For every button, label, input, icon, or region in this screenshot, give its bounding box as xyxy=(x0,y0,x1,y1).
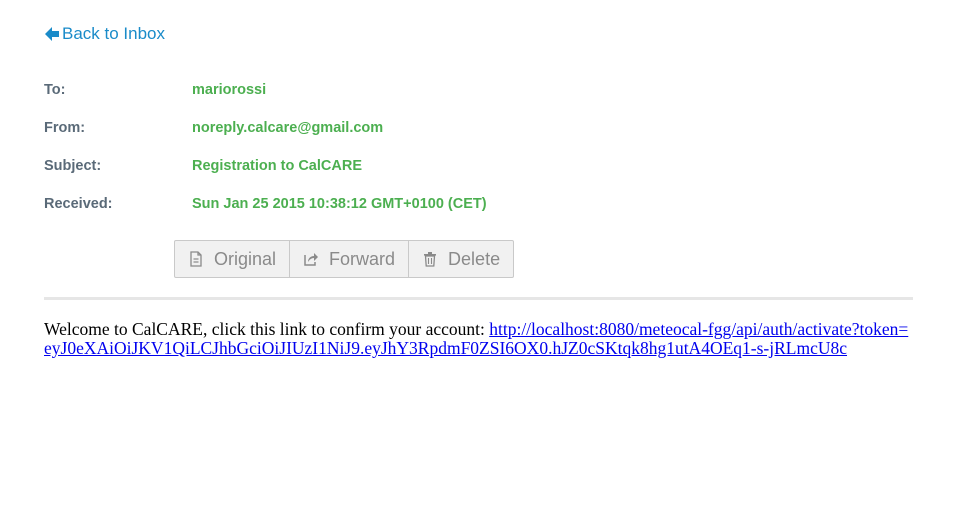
original-button[interactable]: Original xyxy=(175,241,291,277)
forward-button[interactable]: Forward xyxy=(290,241,410,277)
message-actions: Original Forward Delete xyxy=(174,240,515,278)
document-icon xyxy=(190,251,202,267)
subject-label: Subject: xyxy=(44,158,102,174)
forward-label: Forward xyxy=(329,248,396,269)
delete-label: Delete xyxy=(448,248,501,269)
message-body-text: Welcome to CalCARE, click this link to c… xyxy=(44,319,490,339)
received-row: Received: Sun Jan 25 2015 10:38:12 GMT+0… xyxy=(44,196,487,234)
message-headers: To: mariorossi From: noreply.calcare@gma… xyxy=(44,82,487,234)
from-label: From: xyxy=(44,120,86,136)
from-value: noreply.calcare@gmail.com xyxy=(192,120,384,136)
original-label: Original xyxy=(214,248,277,269)
trash-icon xyxy=(424,252,437,267)
share-icon xyxy=(304,253,319,266)
from-row: From: noreply.calcare@gmail.com xyxy=(44,120,487,158)
divider xyxy=(44,297,913,300)
message-body: Welcome to CalCARE, click this link to c… xyxy=(44,320,916,358)
received-value: Sun Jan 25 2015 10:38:12 GMT+0100 (CET) xyxy=(192,196,487,212)
subject-value: Registration to CalCARE xyxy=(192,158,362,174)
back-to-inbox-label: Back to Inbox xyxy=(62,24,166,43)
delete-button[interactable]: Delete xyxy=(409,241,513,277)
to-value: mariorossi xyxy=(192,82,267,98)
to-label: To: xyxy=(44,82,66,98)
arrow-left-icon xyxy=(45,27,59,41)
received-label: Received: xyxy=(44,196,113,212)
back-to-inbox-link[interactable]: Back to Inbox xyxy=(44,24,165,44)
to-row: To: mariorossi xyxy=(44,82,487,120)
subject-row: Subject: Registration to CalCARE xyxy=(44,158,487,196)
